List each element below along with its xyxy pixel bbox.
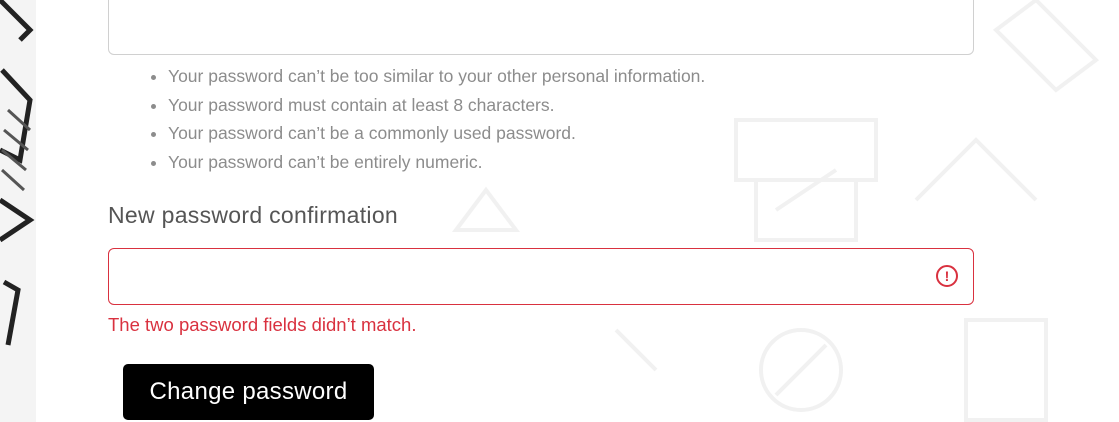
password-requirements-list: Your password can’t be too similar to yo…: [150, 62, 705, 176]
password-requirement-item: Your password must contain at least 8 ch…: [168, 91, 705, 120]
confirmation-error-message: The two password fields didn’t match.: [108, 314, 417, 335]
confirmation-label: New password confirmation: [108, 202, 399, 228]
new-password-confirmation-input[interactable]: !: [108, 248, 974, 305]
password-requirement-item: Your password can’t be entirely numeric.: [168, 148, 705, 177]
change-password-button[interactable]: Change password: [123, 364, 374, 420]
side-illustration: [0, 0, 35, 346]
password-requirement-item: Your password can’t be too similar to yo…: [168, 62, 705, 91]
password-requirement-item: Your password can’t be a commonly used p…: [168, 119, 705, 148]
decorative-side-strip: [0, 0, 36, 422]
error-icon: !: [936, 265, 958, 287]
new-password-input[interactable]: [108, 0, 974, 55]
